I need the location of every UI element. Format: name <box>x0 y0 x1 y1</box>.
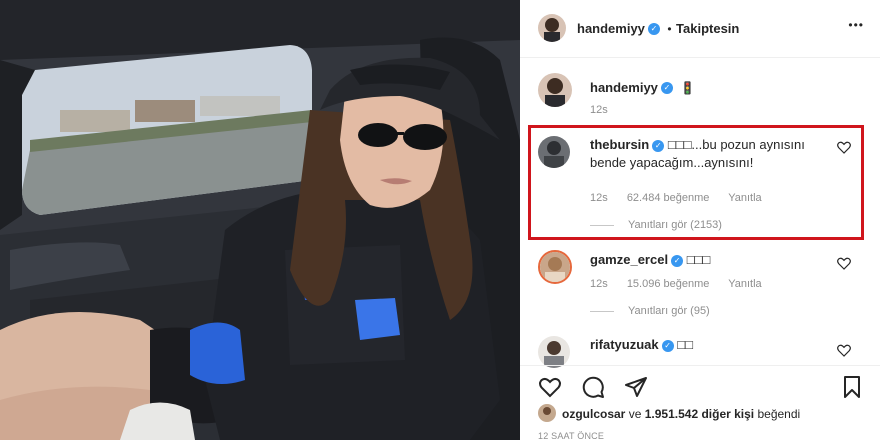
reply-button[interactable]: Yanıtla <box>728 278 761 290</box>
comment-time[interactable]: 12s <box>590 192 608 204</box>
view-replies-button[interactable]: Yanıtları gör (95) <box>590 305 710 317</box>
caption-text: handemiyy ✓ 🚦 <box>590 79 695 97</box>
comment-username[interactable]: rifatyuzuak <box>590 337 659 352</box>
liker-avatar[interactable] <box>538 404 556 422</box>
comment-meta: 12s 62.484 beğenme Yanıtla <box>590 192 778 204</box>
likes-joiner: ve <box>628 407 642 421</box>
bookmark-icon[interactable] <box>840 375 864 399</box>
likes-count[interactable]: 1.951.542 diğer kişi <box>645 407 754 421</box>
author-username[interactable]: handemiyy <box>577 21 645 36</box>
view-replies-button[interactable]: Yanıtları gör (2153) <box>590 219 722 231</box>
replies-divider <box>590 310 614 312</box>
comment-likes[interactable]: 62.484 beğenme <box>627 192 710 204</box>
verified-icon: ✓ <box>647 22 660 35</box>
like-comment-icon[interactable] <box>836 342 852 358</box>
post-timestamp[interactable]: 12 SAAT ÖNCE <box>538 431 604 440</box>
verified-icon: ✓ <box>652 139 665 152</box>
comment-avatar[interactable] <box>538 336 570 368</box>
caption-avatar[interactable] <box>538 73 572 107</box>
share-icon[interactable] <box>624 375 648 399</box>
post-image <box>0 0 520 440</box>
caption-time[interactable]: 12s <box>590 104 608 116</box>
comment-text: □□□ <box>686 252 711 267</box>
traffic-light-emoji: 🚦 <box>680 81 696 95</box>
more-options-button[interactable]: ••• <box>848 18 864 32</box>
post-header: handemiyy ✓ • Takiptesin <box>577 20 739 38</box>
comment-avatar[interactable] <box>538 250 572 284</box>
caption-username[interactable]: handemiyy <box>590 80 658 95</box>
actions-divider <box>520 365 880 366</box>
comment-text: □□ <box>677 337 693 352</box>
likes-suffix: beğendi <box>757 407 801 421</box>
verified-icon: ✓ <box>661 339 674 352</box>
header-divider <box>520 57 880 58</box>
comment-username[interactable]: gamze_ercel <box>590 252 668 267</box>
verified-icon: ✓ <box>660 81 673 94</box>
comment-icon[interactable] <box>581 375 605 399</box>
likes-summary: ozgulcosar ve 1.951.542 diğer kişi beğen… <box>562 407 800 421</box>
author-avatar[interactable] <box>538 14 566 42</box>
view-replies-label: Yanıtları gör (2153) <box>628 219 722 231</box>
like-comment-icon[interactable] <box>836 139 852 155</box>
heart-icon[interactable] <box>538 375 562 399</box>
like-comment-icon[interactable] <box>836 255 852 271</box>
comment-avatar[interactable] <box>538 136 570 168</box>
verified-icon: ✓ <box>671 254 684 267</box>
comment-username[interactable]: thebursin <box>590 137 649 152</box>
comment-time[interactable]: 12s <box>590 278 608 290</box>
comment-body: thebursin ✓ □□□...bu pozun aynısını bende… <box>590 136 810 172</box>
view-replies-label: Yanıtları gör (95) <box>628 305 710 317</box>
replies-divider <box>590 224 614 226</box>
comment-body: rifatyuzuak ✓ □□ <box>590 336 693 354</box>
post-photo[interactable] <box>0 0 520 440</box>
comment-body: gamze_ercel ✓ □□□ <box>590 251 710 269</box>
comment-likes[interactable]: 15.096 beğenme <box>627 278 710 290</box>
follow-status[interactable]: Takiptesin <box>676 21 739 36</box>
post-side-panel: handemiyy ✓ • Takiptesin ••• handemiyy ✓ 🚦… <box>520 0 880 440</box>
header-separator: • <box>667 22 672 36</box>
reply-button[interactable]: Yanıtla <box>728 192 761 204</box>
comment-meta: 12s 15.096 beğenme Yanıtla <box>590 278 778 290</box>
liker-username[interactable]: ozgulcosar <box>562 407 625 421</box>
